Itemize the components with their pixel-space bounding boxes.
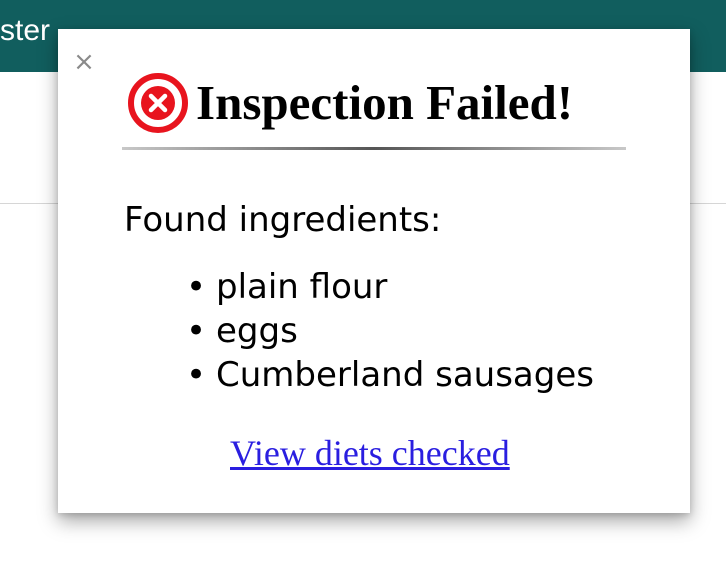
ingredient-name: plain flour [216,267,388,307]
list-item: • eggs [186,309,594,353]
error-circle-x-icon [128,73,188,133]
bullet-icon: • [186,267,207,307]
view-diets-checked-link[interactable]: View diets checked [230,431,510,475]
ingredient-list: • plain flour • eggs • Cumberland sausag… [186,265,594,397]
found-ingredients-label: Found ingredients: [124,200,442,240]
ingredient-name: Cumberland sausages [216,355,594,395]
inspection-result-modal: × Inspection Failed! Found ingredients: … [58,29,690,513]
app-header-title-fragment: ster [0,14,51,47]
bullet-icon: • [186,355,207,395]
modal-title-row: Inspection Failed! [126,69,573,137]
list-item: • plain flour [186,265,594,309]
bullet-icon: • [186,311,207,351]
close-button[interactable]: × [72,49,96,75]
ingredient-name: eggs [216,311,298,351]
modal-title: Inspection Failed! [196,75,574,130]
title-divider [122,147,626,150]
list-item: • Cumberland sausages [186,353,594,397]
